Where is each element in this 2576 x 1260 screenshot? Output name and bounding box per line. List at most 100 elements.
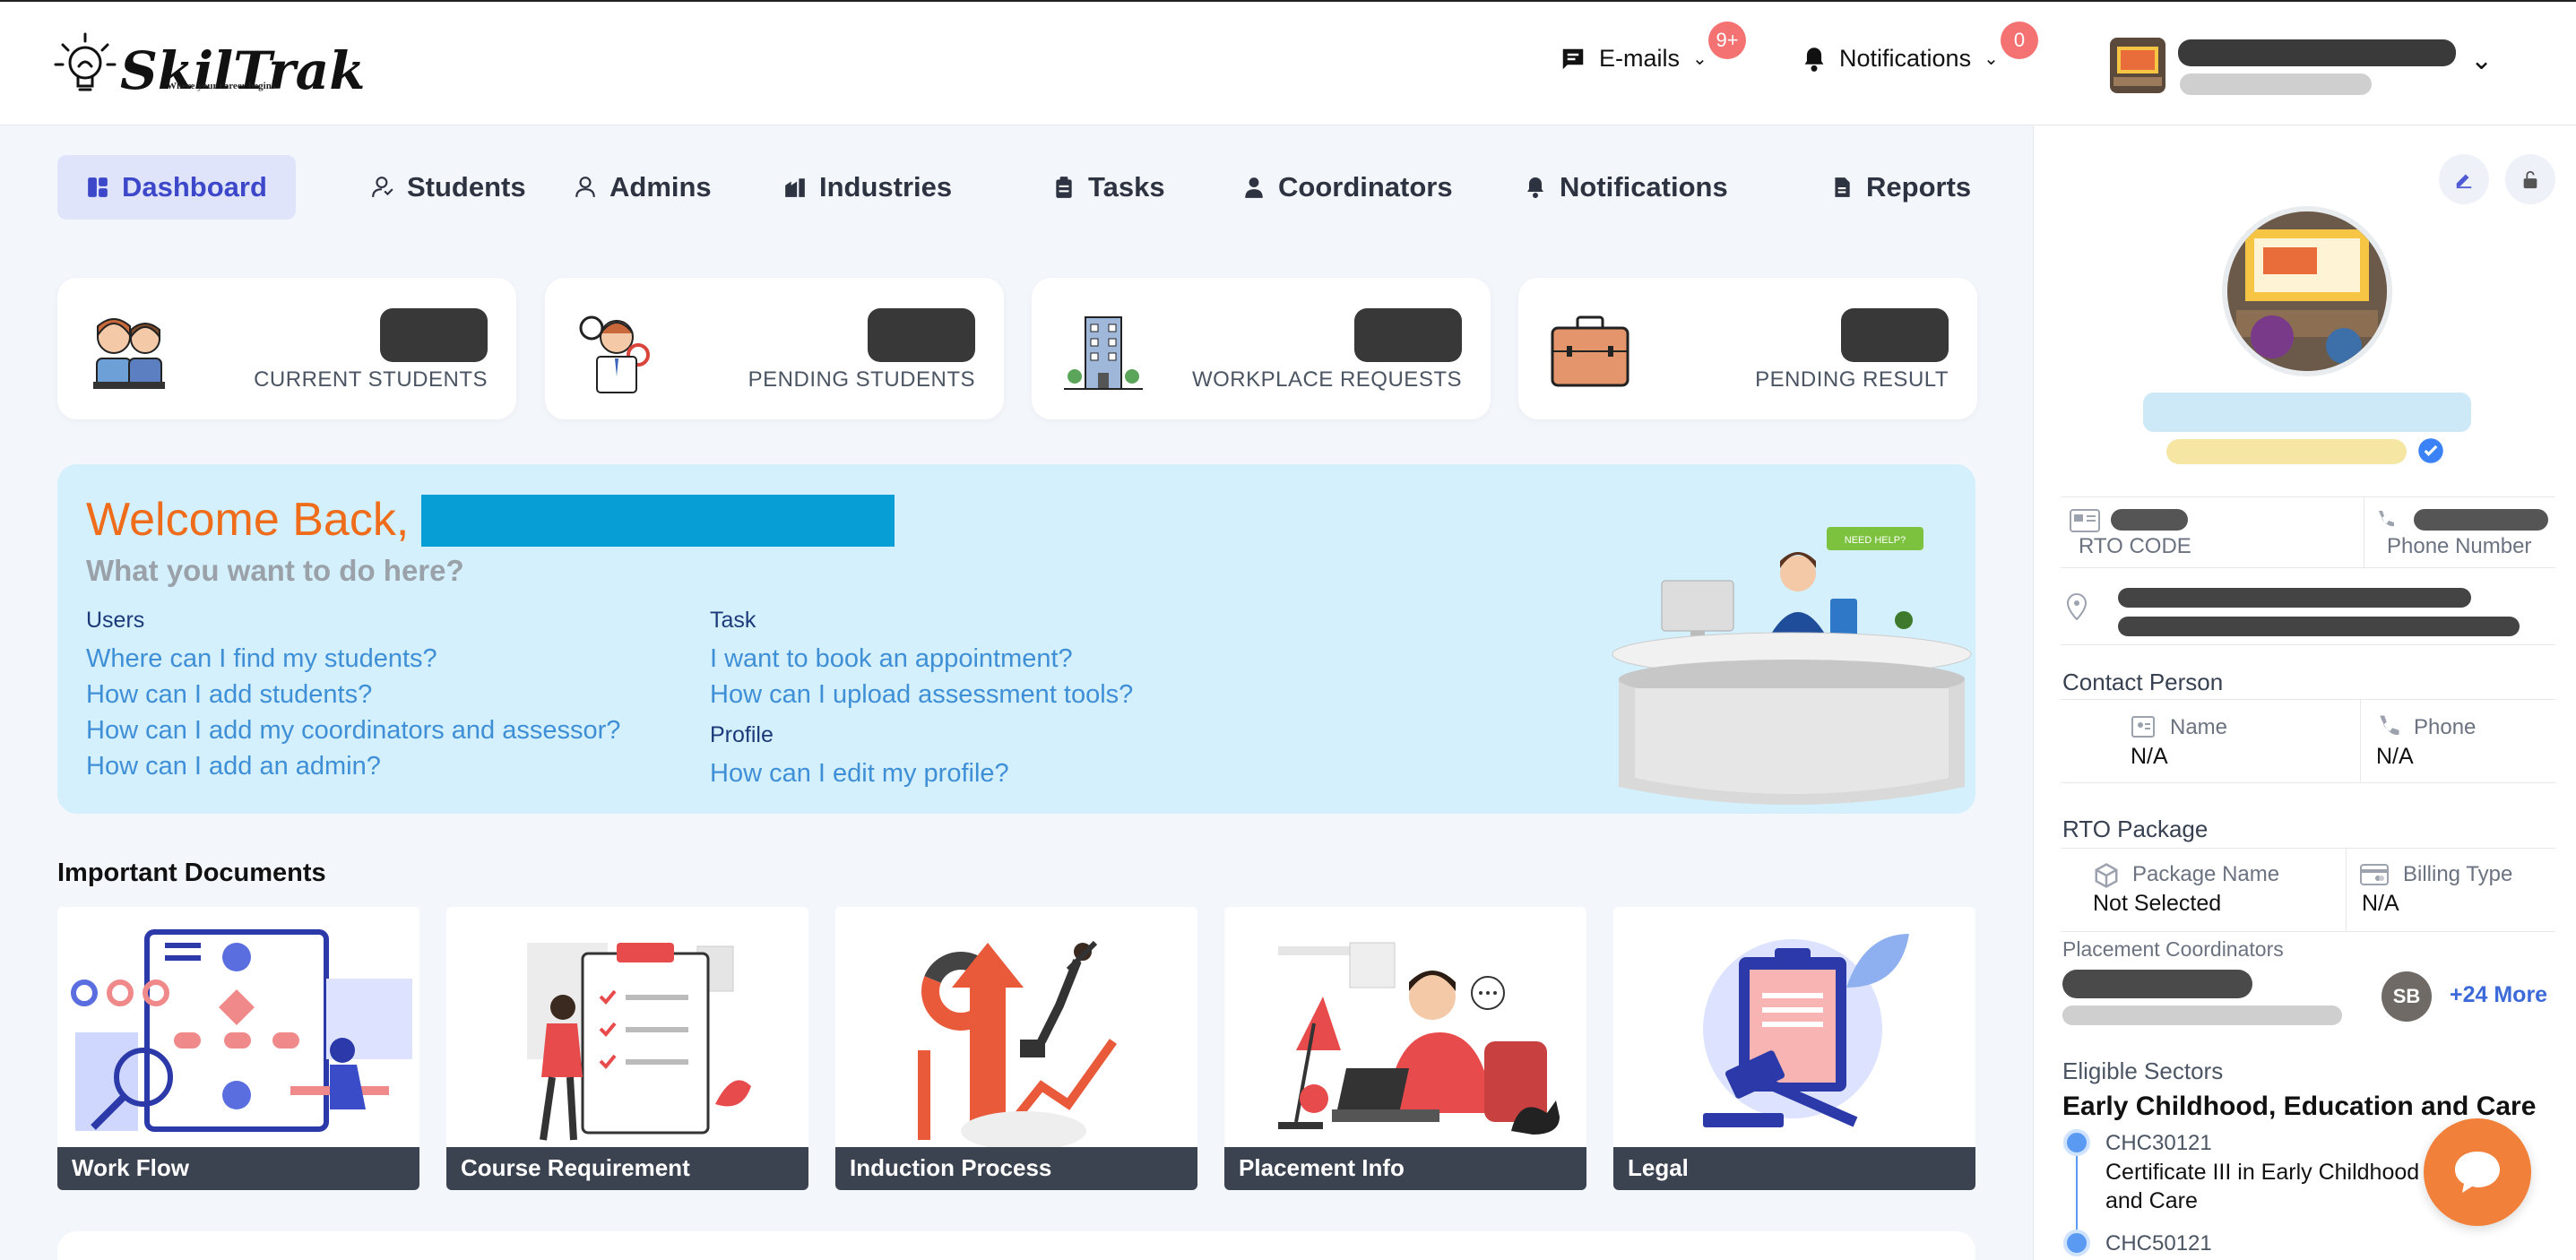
help-link[interactable]: I want to book an appointment? bbox=[710, 641, 1133, 677]
address-line-2-redacted bbox=[2118, 617, 2520, 636]
doc-card-induction-process[interactable]: Induction Process bbox=[835, 907, 1197, 1190]
nav-label: Dashboard bbox=[122, 171, 267, 203]
building-illustration-icon bbox=[1064, 316, 1143, 390]
help-link[interactable]: How can I edit my profile? bbox=[710, 755, 1009, 791]
doc-caption: Work Flow bbox=[57, 1147, 419, 1190]
chevron-down-icon: ⌄ bbox=[1984, 49, 1999, 69]
nav-coordinators[interactable]: Coordinators bbox=[1214, 155, 1482, 220]
chat-launcher-button[interactable] bbox=[2424, 1118, 2531, 1226]
nav-tasks[interactable]: Tasks bbox=[1024, 155, 1194, 220]
billing-type-value: N/A bbox=[2362, 891, 2399, 916]
contact-phone-value: N/A bbox=[2376, 744, 2414, 769]
phone-number-label: Phone Number bbox=[2387, 534, 2532, 558]
growth-illustration bbox=[918, 940, 1118, 1147]
profile-photo bbox=[2227, 211, 2387, 371]
doc-card-course-requirement[interactable]: Course Requirement bbox=[446, 907, 808, 1190]
users-heading: Users bbox=[86, 608, 145, 633]
nav-students[interactable]: Students bbox=[342, 155, 555, 220]
contact-card-icon bbox=[2131, 716, 2155, 738]
nav-dashboard[interactable]: Dashboard bbox=[57, 155, 296, 220]
profile-panel: RTO CODE Phone Number Contact Person Nam… bbox=[2033, 125, 2576, 1260]
doc-card-placement-info[interactable]: Placement Info bbox=[1224, 907, 1586, 1190]
contact-person-title: Contact Person bbox=[2062, 669, 2224, 695]
bulb-logo-icon bbox=[54, 32, 117, 91]
stat-card-workplace-requests[interactable]: WORKPLACE REQUESTS bbox=[1032, 278, 1491, 419]
need-help-sign: NEED HELP? bbox=[1845, 535, 1906, 546]
welcome-greeting: Welcome Back, bbox=[86, 494, 410, 546]
rto-package-title: RTO Package bbox=[2062, 816, 2209, 842]
notifications-label: Notifications bbox=[1839, 45, 1972, 72]
edit-profile-button[interactable] bbox=[2439, 154, 2489, 204]
industries-icon bbox=[785, 178, 805, 197]
coordinator-avatar[interactable]: SB bbox=[2382, 971, 2432, 1022]
nav-notifications[interactable]: Notifications bbox=[1495, 155, 1757, 220]
important-documents-title: Important Documents bbox=[57, 859, 326, 887]
address-line-1-redacted bbox=[2118, 588, 2471, 608]
location-pin-icon bbox=[2066, 593, 2088, 620]
user-name-redacted bbox=[421, 495, 895, 547]
profile-help-section: Profile How can I edit my profile? bbox=[710, 722, 1009, 791]
nav-label: Coordinators bbox=[1278, 171, 1453, 203]
more-coordinators-link[interactable]: +24 More bbox=[2450, 982, 2547, 1008]
stat-card-pending-students[interactable]: PENDING STUDENTS bbox=[545, 278, 1004, 419]
count-redacted bbox=[380, 308, 488, 362]
profile-avatar-large bbox=[2222, 206, 2392, 376]
unlock-button[interactable] bbox=[2505, 154, 2555, 204]
brand-logo[interactable]: SkilTrak Where your career begins bbox=[54, 27, 365, 99]
contact-phone-label: Phone bbox=[2414, 715, 2477, 739]
stat-label: PENDING RESULT bbox=[1755, 367, 1949, 392]
coordinators-icon bbox=[1245, 177, 1263, 198]
doc-caption: Legal bbox=[1613, 1147, 1975, 1190]
nav-label: Reports bbox=[1866, 171, 1972, 203]
brand-tagline: Where your career begins bbox=[167, 81, 276, 91]
help-link[interactable]: How can I add my coordinators and assess… bbox=[86, 712, 620, 748]
unlock-icon bbox=[2523, 170, 2537, 189]
package-icon bbox=[2095, 863, 2118, 888]
nav-reports[interactable]: Reports bbox=[1802, 155, 2000, 220]
doc-card-legal[interactable]: Legal bbox=[1613, 907, 1975, 1190]
rto-code-redacted bbox=[2111, 509, 2188, 531]
org-name-redacted bbox=[2143, 393, 2471, 432]
course-code: CHC30121 bbox=[2105, 1131, 2212, 1155]
placement-coordinators-title: Placement Coordinators bbox=[2062, 937, 2284, 961]
help-link[interactable]: How can I add an admin? bbox=[86, 748, 620, 784]
emails-menu[interactable]: E-mails ⌄ bbox=[1560, 45, 1707, 73]
students-icon bbox=[372, 177, 393, 197]
office-worker-illustration bbox=[1278, 942, 1560, 1135]
nav-admins[interactable]: Admins bbox=[545, 155, 740, 220]
timeline-dot bbox=[2063, 1230, 2090, 1256]
rto-package-box bbox=[2061, 848, 2555, 932]
doc-caption: Course Requirement bbox=[446, 1147, 808, 1190]
package-name-value: Not Selected bbox=[2093, 891, 2222, 916]
org-email-redacted bbox=[2166, 439, 2407, 464]
phone-number-redacted bbox=[2414, 509, 2548, 531]
user-name-redacted bbox=[2178, 39, 2456, 66]
briefcase-illustration-icon bbox=[1551, 315, 1629, 387]
profile-avatar[interactable] bbox=[2110, 38, 2165, 93]
pencil-icon bbox=[2456, 174, 2472, 189]
notifications-menu[interactable]: Notifications ⌄ bbox=[1802, 45, 1999, 73]
help-link[interactable]: Where can I find my students? bbox=[86, 641, 620, 677]
welcome-subtitle: What you want to do here? bbox=[86, 554, 464, 587]
user-role-redacted bbox=[2180, 73, 2372, 95]
stat-card-pending-result[interactable]: PENDING RESULT bbox=[1518, 278, 1977, 419]
emails-badge: 9+ bbox=[1708, 22, 1746, 59]
chat-bubble-icon bbox=[2455, 1152, 2500, 1193]
nav-label: Notifications bbox=[1560, 171, 1728, 203]
emails-label: E-mails bbox=[1599, 45, 1681, 72]
id-card-icon bbox=[2070, 509, 2100, 532]
nav-industries[interactable]: Industries bbox=[755, 155, 981, 220]
stat-card-current-students[interactable]: CURRENT STUDENTS bbox=[57, 278, 516, 419]
help-link[interactable]: How can I add students? bbox=[86, 677, 620, 712]
workflow-illustration bbox=[71, 929, 412, 1132]
phone-icon bbox=[2380, 715, 2399, 735]
count-redacted bbox=[868, 308, 975, 362]
chevron-down-icon[interactable]: ⌄ bbox=[2470, 45, 2493, 76]
verified-badge-icon bbox=[2418, 438, 2443, 463]
bell-icon bbox=[1804, 47, 1824, 72]
doc-caption: Induction Process bbox=[835, 1147, 1197, 1190]
students-illustration-icon bbox=[93, 318, 165, 389]
doc-card-work-flow[interactable]: Work Flow bbox=[57, 907, 419, 1190]
nav-label: Admins bbox=[609, 171, 712, 203]
help-link[interactable]: How can I upload assessment tools? bbox=[710, 677, 1133, 712]
